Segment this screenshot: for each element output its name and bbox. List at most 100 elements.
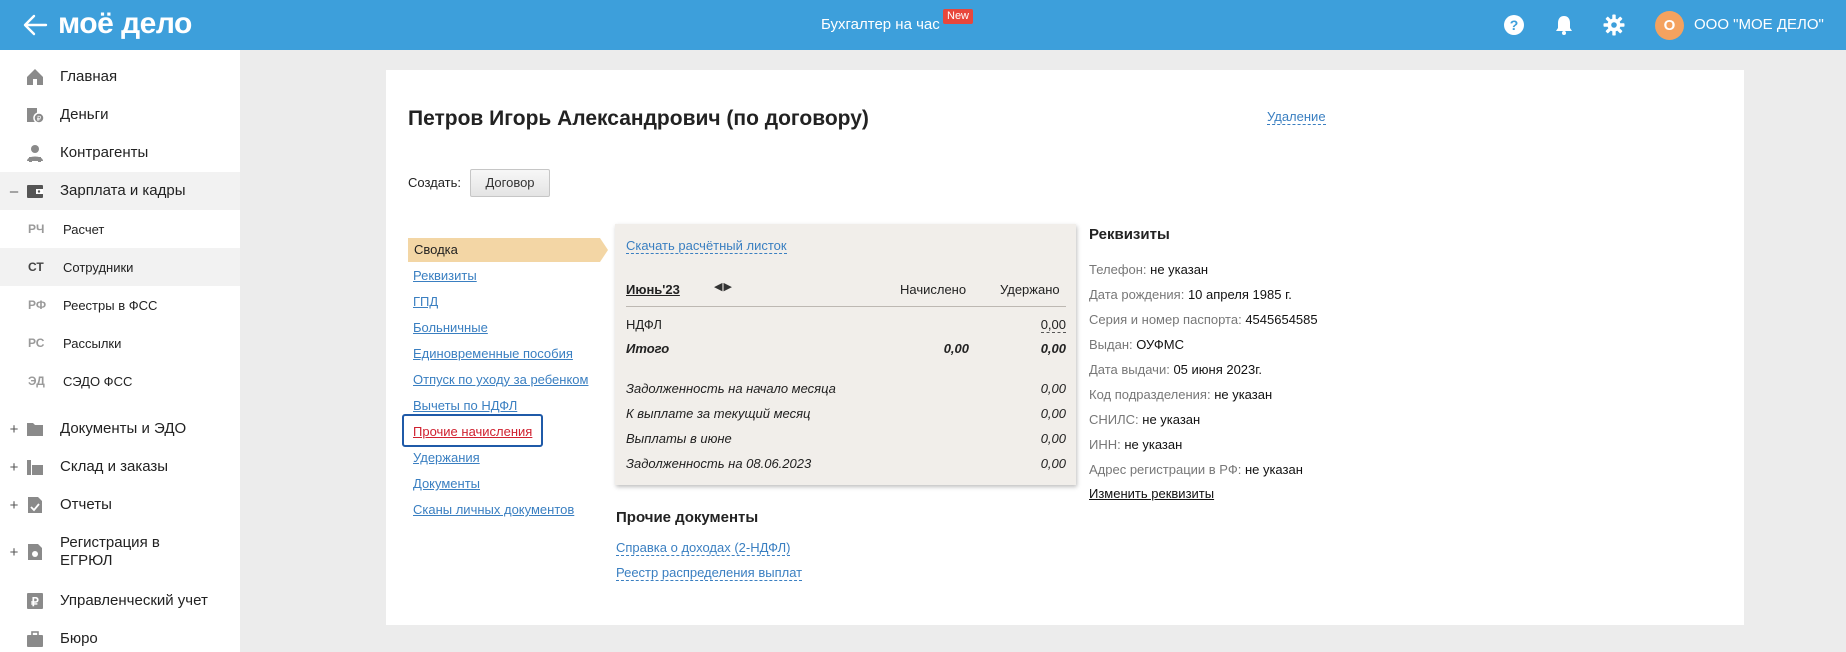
requisite-snils: СНИЛС: не указан	[1089, 412, 1200, 428]
create-contract-button[interactable]: Договор	[470, 169, 550, 197]
wallet-icon	[27, 185, 43, 198]
expand-icon[interactable]: +	[9, 544, 19, 561]
requisite-key: Телефон:	[1089, 262, 1151, 277]
requisite-value: не указан	[1142, 412, 1201, 427]
column-header-accrued: Начислено	[900, 282, 967, 297]
logo[interactable]: моё дело	[58, 6, 192, 42]
sidebar-item-contractors[interactable]: Контрагенты	[0, 134, 240, 172]
sidebar-item-documents[interactable]: + Документы и ЭДО	[0, 410, 240, 448]
nav-link-ndfl-deductions[interactable]: Вычеты по НДФЛ	[413, 398, 517, 413]
avatar[interactable]: О	[1655, 11, 1684, 40]
requisite-issued-by: Выдан: ОУФМС	[1089, 337, 1184, 353]
table-row: Выплаты в июне 0,00	[626, 431, 1066, 449]
accountant-hour-link[interactable]: Бухгалтер на час	[821, 16, 940, 34]
subitem-label: СЭДО ФСС	[63, 373, 133, 389]
row-name: Задолженность на начало месяца	[626, 381, 836, 396]
sidebar-item-home[interactable]: Главная	[0, 58, 240, 96]
sidebar-item-label: Документы и ЭДО	[60, 420, 187, 437]
nav-summary-label: Сводка	[414, 242, 458, 257]
expand-icon[interactable]: +	[9, 459, 19, 476]
sidebar-item-reports[interactable]: + Отчеты	[0, 486, 240, 524]
requisite-key: Адрес регистрации в РФ:	[1089, 462, 1245, 477]
nav-link-withholdings[interactable]: Удержания	[413, 450, 480, 465]
sidebar-subitem-fss-registers[interactable]: РФ Реестры в ФСС	[0, 286, 240, 324]
expand-icon[interactable]: +	[9, 497, 19, 514]
sidebar-item-bureau[interactable]: Бюро	[0, 620, 240, 652]
requisite-division-code: Код подразделения: не указан	[1089, 387, 1272, 403]
row-withheld: 0,00	[1040, 406, 1066, 421]
home-icon	[27, 69, 43, 85]
table-row: К выплате за текущий месяц 0,00	[626, 406, 1066, 424]
row-withheld: 0,00	[1040, 456, 1066, 471]
table-row: Задолженность на 08.06.2023 0,00	[626, 456, 1066, 474]
sidebar-item-salary[interactable]: – Зарплата и кадры	[0, 172, 240, 210]
subitem-abbr: РЧ	[28, 222, 45, 236]
sidebar-item-label: Склад и заказы	[60, 458, 169, 475]
sidebar-item-warehouse[interactable]: + Склад и заказы	[0, 448, 240, 486]
sidebar-item-label: Регистрация в ЕГРЮЛ	[60, 534, 160, 569]
table-row: Задолженность на начало месяца 0,00	[626, 381, 1066, 399]
month-selector[interactable]: Июнь'23	[626, 282, 680, 297]
nav-link-other-accruals[interactable]: Прочие начисления	[413, 424, 532, 439]
nav-link-parental-leave[interactable]: Отпуск по уходу за ребенком	[413, 372, 588, 387]
sidebar-subitem-sedo[interactable]: ЭД СЭДО ФСС	[0, 362, 240, 400]
svg-text:₽: ₽	[31, 595, 39, 609]
sidebar-item-label: Зарплата и кадры	[60, 182, 186, 199]
nav-link-requisites[interactable]: Реквизиты	[413, 268, 477, 283]
edit-requisites-link[interactable]: Изменить реквизиты	[1089, 486, 1214, 501]
requisite-key: Дата рождения:	[1089, 287, 1188, 302]
nav-link-documents[interactable]: Документы	[413, 476, 480, 491]
sidebar-item-label: Контрагенты	[60, 144, 149, 161]
requisite-inn: ИНН: не указан	[1089, 437, 1182, 453]
warehouse-icon	[27, 460, 43, 475]
download-paysheet-link[interactable]: Скачать расчётный листок	[626, 238, 787, 254]
requisites-title: Реквизиты	[1089, 226, 1170, 243]
sidebar-item-management[interactable]: ₽ Управленческий учет	[0, 582, 240, 620]
page-title: Петров Игорь Александрович (по договору)	[408, 107, 869, 130]
company-name[interactable]: ООО "МОЕ ДЕЛО"	[1694, 16, 1824, 34]
payment-register-link[interactable]: Реестр распределения выплат	[616, 565, 803, 581]
requisite-value: 10 апреля 1985 г.	[1187, 287, 1292, 302]
subitem-label: Сотрудники	[63, 259, 134, 275]
sidebar-item-label: Главная	[60, 68, 118, 85]
row-withheld[interactable]: 0,00	[1040, 317, 1066, 333]
svg-text:?: ?	[1510, 17, 1519, 33]
row-name: Задолженность на 08.06.2023	[626, 456, 812, 471]
row-name: Выплаты в июне	[626, 431, 732, 446]
requisite-key: Серия и номер паспорта:	[1089, 312, 1246, 327]
requisite-issue-date: Дата выдачи: 05 июня 2023г.	[1089, 362, 1262, 378]
nav-summary-tab[interactable]: Сводка	[408, 238, 608, 262]
sidebar-subitem-mailings[interactable]: РС Рассылки	[0, 324, 240, 362]
new-badge: New	[943, 9, 974, 24]
month-arrows-icon[interactable]: ◀▶	[714, 280, 733, 293]
subitem-label: Расчет	[63, 221, 105, 237]
ruble-doc-icon: ₽	[27, 593, 43, 609]
collapse-icon[interactable]: –	[9, 183, 19, 200]
sidebar-item-money[interactable]: ₽ Деньги	[0, 96, 240, 134]
sidebar-item-label: Управленческий учет	[60, 592, 208, 609]
requisite-key: Код подразделения:	[1089, 387, 1215, 402]
nav-link-sick-leave[interactable]: Больничные	[413, 320, 488, 335]
sidebar-item-egrul[interactable]: + Регистрация в ЕГРЮЛ	[0, 524, 240, 580]
row-withheld: 0,00	[1040, 381, 1066, 396]
requisite-value: не указан	[1150, 262, 1209, 277]
requisite-key: СНИЛС:	[1089, 412, 1143, 427]
sidebar-subitem-calc[interactable]: РЧ Расчет	[0, 210, 240, 248]
money-icon: ₽	[27, 108, 45, 124]
nav-link-gpd[interactable]: ГПД	[413, 294, 438, 309]
create-label: Создать:	[408, 175, 462, 190]
gear-icon[interactable]	[1603, 14, 1625, 36]
back-arrow-icon[interactable]	[20, 11, 50, 39]
requisite-value: не указан	[1124, 437, 1183, 452]
delete-link[interactable]: Удаление	[1267, 109, 1326, 125]
row-withheld: 0,00	[1040, 431, 1066, 446]
sidebar-item-label: Отчеты	[60, 496, 112, 513]
bell-icon[interactable]	[1553, 14, 1575, 36]
income-certificate-link[interactable]: Справка о доходах (2-НДФЛ)	[616, 540, 791, 556]
registration-icon	[28, 544, 42, 560]
help-icon[interactable]: ?	[1503, 14, 1525, 36]
expand-icon[interactable]: +	[9, 421, 19, 438]
nav-link-document-scans[interactable]: Сканы личных документов	[413, 502, 574, 517]
sidebar-subitem-employees[interactable]: СТ Сотрудники	[0, 248, 240, 286]
nav-link-one-time-benefits[interactable]: Единовременные пособия	[413, 346, 573, 361]
